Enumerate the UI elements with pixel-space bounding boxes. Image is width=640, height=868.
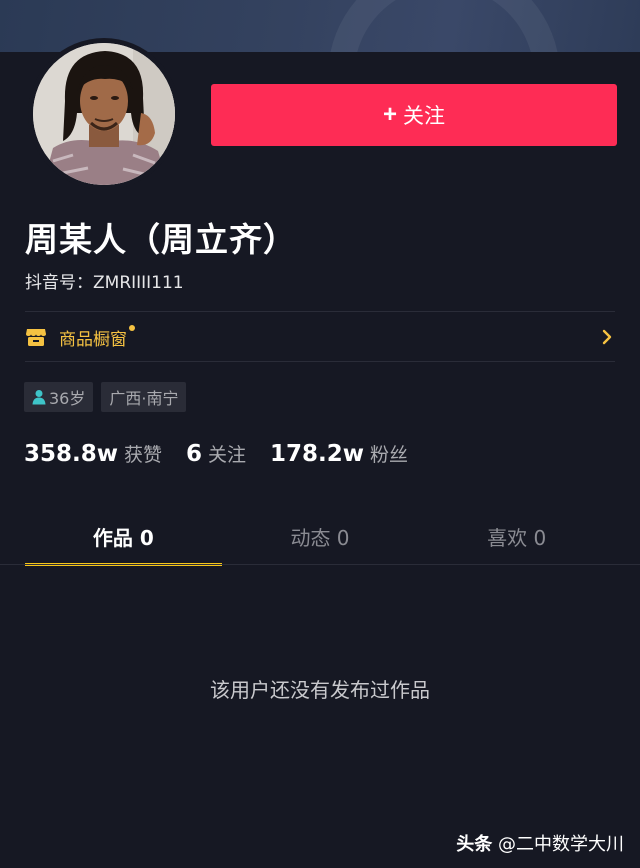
tab-works[interactable]: 作品 0: [25, 508, 222, 566]
following-label[interactable]: 关注: [208, 440, 246, 467]
age-tag: 36岁: [24, 382, 94, 412]
tabs-divider: [0, 564, 640, 565]
douyin-id: 抖音号：ZMRIIII111: [25, 273, 184, 293]
profile-name: 周某人（周立齐）: [25, 220, 297, 259]
empty-state-message: 该用户还没有发布过作品: [210, 678, 430, 702]
profile-page: + 关注 周某人（周立齐） 抖音号：ZMRIIII111 商品橱窗 36岁 广西…: [0, 0, 640, 868]
following-count[interactable]: 6: [186, 441, 202, 467]
location-tag: 广西·南宁: [101, 382, 187, 412]
tab-likes[interactable]: 喜欢 0: [418, 508, 615, 564]
age-tag-label: 36岁: [49, 389, 86, 408]
profile-stats: 358.8w 获赞 6 关注 178.2w 粉丝: [24, 440, 432, 467]
shop-label-text: 商品橱窗: [59, 329, 127, 350]
location-tag-label: 广西·南宁: [109, 389, 179, 408]
followers-count[interactable]: 178.2w: [270, 441, 364, 467]
storefront-icon: [26, 329, 46, 346]
chevron-right-icon: [602, 329, 612, 345]
follow-label: 关注: [403, 105, 445, 128]
avatar[interactable]: [28, 38, 180, 190]
watermark-brand: 头条: [456, 834, 493, 855]
followers-label[interactable]: 粉丝: [370, 440, 408, 467]
watermark: 头条 @二中数学大川: [456, 830, 624, 856]
divider: [25, 361, 615, 362]
product-showcase-row[interactable]: 商品橱窗: [25, 313, 615, 361]
follow-button[interactable]: + 关注: [211, 84, 617, 146]
tab-activity[interactable]: 动态 0: [222, 508, 419, 564]
avatar-photo: [33, 43, 175, 185]
shop-label: 商品橱窗: [59, 324, 135, 350]
likes-label: 获赞: [124, 444, 163, 466]
plus-icon: +: [382, 101, 397, 128]
divider: [25, 311, 615, 312]
content-tabs: 作品 0 动态 0 喜欢 0: [25, 508, 615, 566]
notification-dot: [129, 324, 135, 331]
likes-count: 358.8w: [24, 441, 118, 467]
watermark-handle: @二中数学大川: [498, 834, 624, 855]
person-icon: [32, 390, 46, 405]
profile-tags: 36岁 广西·南宁: [24, 382, 187, 412]
